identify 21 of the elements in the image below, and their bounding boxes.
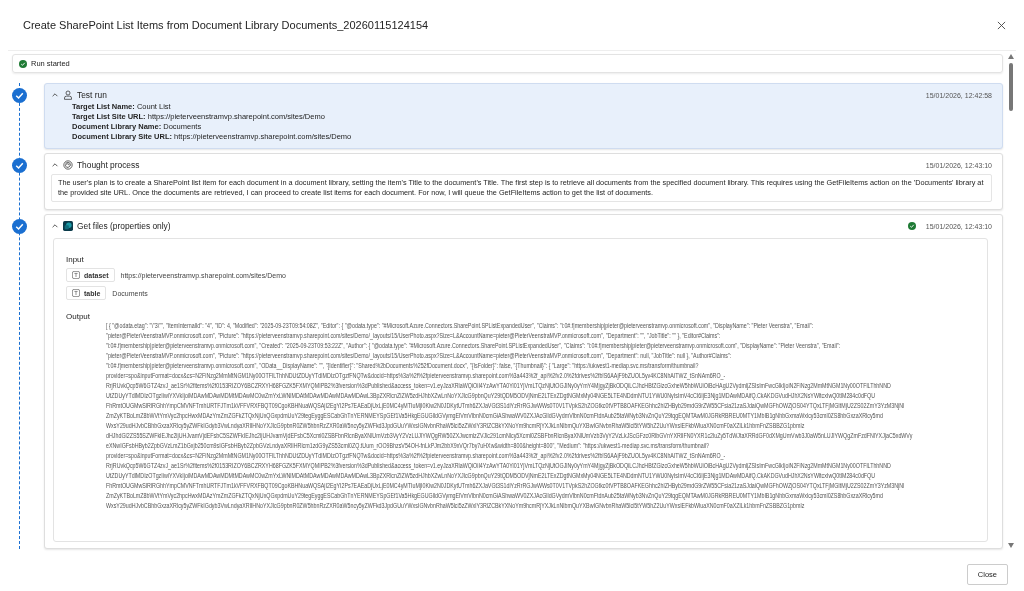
dialog-title: Create SharePoint List Items from Document Library Documents_20260115124154 — [23, 19, 430, 31]
text-field-icon — [72, 289, 80, 297]
step-title: Test run — [77, 90, 108, 100]
scroll-down-icon[interactable] — [1008, 543, 1014, 548]
step-title: Thought process — [77, 160, 141, 170]
step-card[interactable] — [44, 83, 1003, 149]
step-card[interactable] — [44, 153, 1003, 210]
step-title: Get files (properties only) — [77, 221, 172, 231]
section-heading: Input — [66, 255, 85, 264]
chevron-icon[interactable] — [51, 161, 59, 169]
chevron-icon[interactable] — [51, 91, 59, 99]
app-icon — [63, 221, 73, 231]
person-icon — [63, 90, 73, 100]
scroll-thumb[interactable] — [1009, 63, 1013, 111]
chevron-icon[interactable] — [51, 222, 59, 230]
scroll-up-icon[interactable] — [1008, 54, 1014, 59]
section-heading: Output — [66, 312, 91, 321]
text-field-icon — [72, 271, 80, 279]
success-icon — [19, 59, 27, 68]
close-icon[interactable] — [997, 20, 1006, 30]
knot-icon — [63, 160, 73, 170]
